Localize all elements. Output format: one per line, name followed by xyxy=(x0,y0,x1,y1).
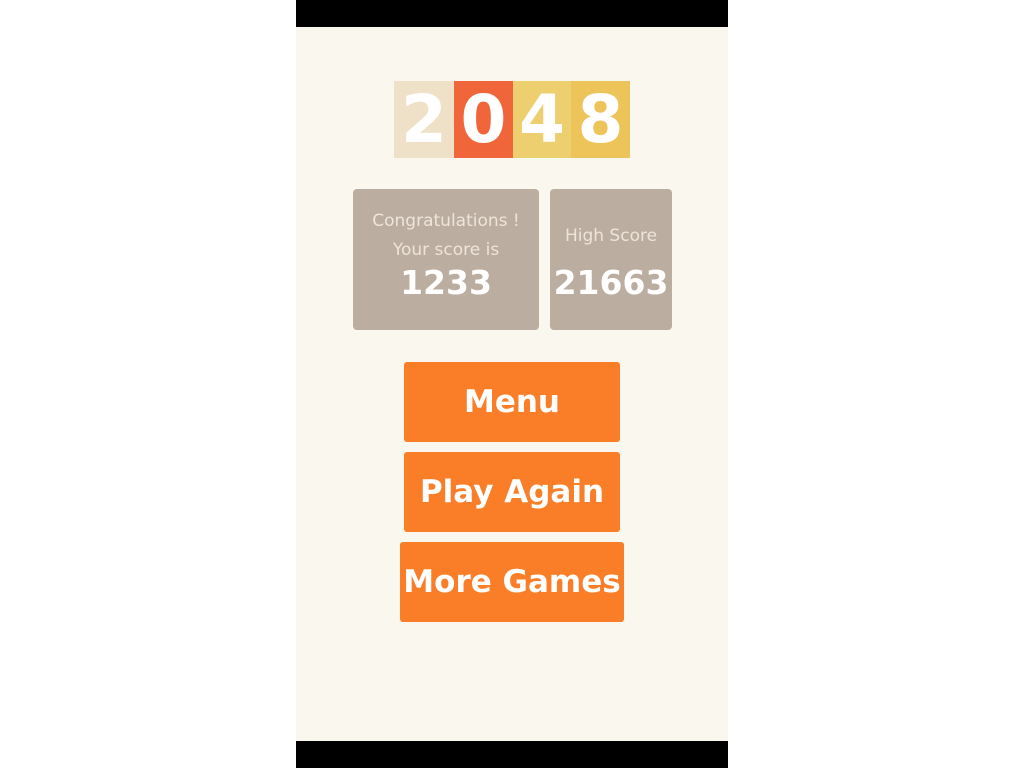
final-score-value: 1233 xyxy=(400,263,492,302)
congratulations-text: Congratulations ! xyxy=(372,211,520,231)
logo-tile-0: 0 xyxy=(454,81,513,158)
more-games-button[interactable]: More Games xyxy=(400,542,624,622)
game-over-screen: 2 0 4 8 Congratulations ! Your score is … xyxy=(296,0,728,768)
bottom-black-bar xyxy=(296,741,728,768)
logo-tile-4: 4 xyxy=(513,81,571,158)
game-logo: 2 0 4 8 xyxy=(394,81,630,158)
play-again-button[interactable]: Play Again xyxy=(404,452,620,532)
score-panel: Congratulations ! Your score is 1233 xyxy=(353,189,539,330)
high-score-label: High Score xyxy=(564,226,658,246)
high-score-value: 21663 xyxy=(553,263,669,302)
high-score-panel: High Score 21663 xyxy=(550,189,672,330)
top-black-bar xyxy=(296,0,728,27)
menu-button[interactable]: Menu xyxy=(404,362,620,442)
logo-tile-2: 2 xyxy=(394,81,454,158)
logo-tile-8: 8 xyxy=(571,81,630,158)
your-score-label: Your score is xyxy=(392,240,500,260)
